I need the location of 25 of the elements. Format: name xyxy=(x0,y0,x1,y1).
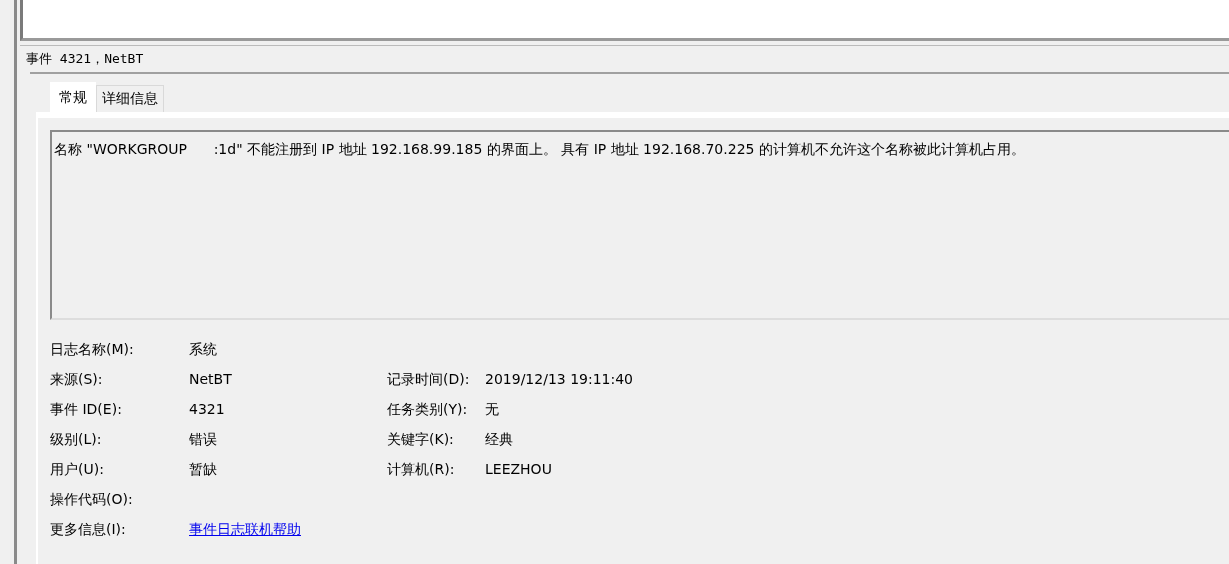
property-value: 无 xyxy=(485,400,500,419)
property-label: 来源(S): xyxy=(50,370,104,389)
property-label: 关键字(K): xyxy=(387,430,455,449)
tab[interactable]: 常规 xyxy=(50,82,96,112)
property-value: LEEZHOU xyxy=(485,460,553,479)
property-value: 错误 xyxy=(189,430,218,449)
property-label: 事件 ID(E): xyxy=(50,400,123,419)
event-message: 名称 "WORKGROUP :1d" 不能注册到 IP 地址 192.168.99.185 的界面上。 具有 IP 地址 192.168.70.225 的计算机不允许这个名称被此计算机占用。 xyxy=(50,130,1229,320)
property-label: 计算机(R): xyxy=(387,460,456,479)
property-value: 暂缺 xyxy=(189,460,218,479)
event-title: 事件 4321，NetBT xyxy=(26,50,144,68)
property-label: 更多信息(I): xyxy=(50,520,127,539)
property-value: 2019/12/13 19:11:40 xyxy=(485,370,635,389)
help-link[interactable]: 事件日志联机帮助 xyxy=(189,520,301,539)
property-label: 级别(L): xyxy=(50,430,103,449)
property-value: 经典 xyxy=(485,430,514,449)
property-label: 记录时间(D): xyxy=(387,370,471,389)
property-label: 用户(U): xyxy=(50,460,105,479)
property-label: 日志名称(M): xyxy=(50,340,135,359)
property-value: 4321 xyxy=(189,400,226,419)
tab[interactable]: 详细信息 xyxy=(96,85,164,112)
property-label: 操作代码(O): xyxy=(50,490,134,509)
property-label: 任务类别(Y): xyxy=(387,400,469,419)
property-value: NetBT xyxy=(189,370,233,389)
property-value: 系统 xyxy=(189,340,218,359)
